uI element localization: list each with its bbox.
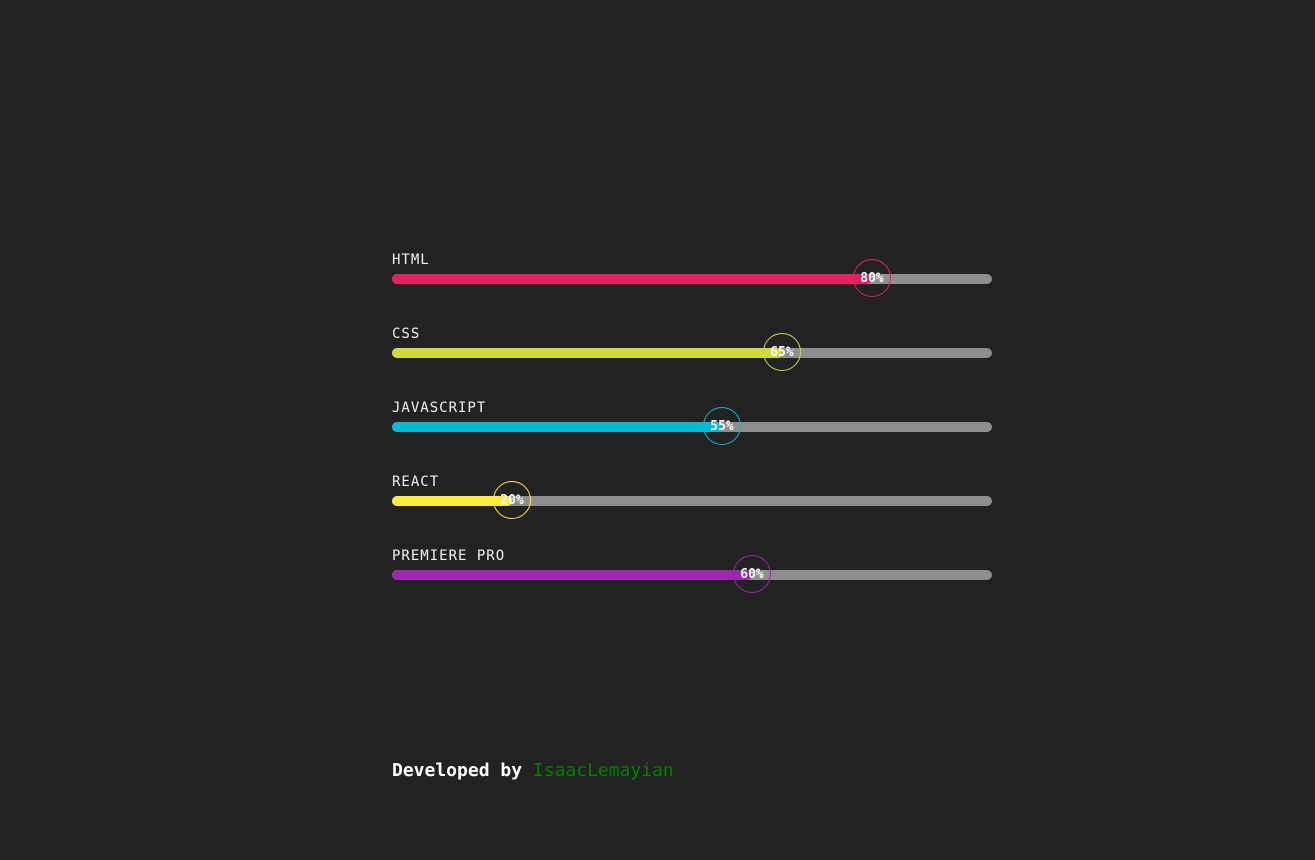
skill-row: HTML 80% [392, 250, 992, 324]
progress-track: 80% [392, 259, 992, 297]
skill-label: PREMIERE PRO [392, 548, 506, 564]
progress-fill [392, 570, 752, 580]
percent-indicator: 80% [853, 259, 891, 297]
percent-label: 20% [500, 492, 524, 508]
author-link[interactable]: IsaacLemayian [533, 760, 674, 781]
progress-fill [392, 274, 872, 284]
skill-label: HTML [392, 252, 430, 268]
progress-track: 55% [392, 407, 992, 445]
skill-label: REACT [392, 474, 440, 490]
percent-label: 60% [740, 566, 764, 582]
progress-track: 20% [392, 481, 992, 519]
progress-fill [392, 348, 782, 358]
skill-row: JAVASCRIPT 55% [392, 398, 992, 472]
footer-prefix: Developed by [392, 760, 523, 781]
skill-label: JAVASCRIPT [392, 400, 487, 416]
skill-row: CSS 65% [392, 324, 992, 398]
percent-label: 80% [860, 270, 884, 286]
skill-row: REACT 20% [392, 472, 992, 546]
percent-indicator: 55% [703, 407, 741, 445]
progress-track: 65% [392, 333, 992, 371]
progress-fill [392, 422, 722, 432]
footer-credit: Developed by IsaacLemayian [392, 760, 674, 781]
skill-label: CSS [392, 326, 421, 342]
percent-indicator: 20% [493, 481, 531, 519]
skills-list: HTML 80% CSS 65% JAVASCRIPT 55% REACT 20% PREMIE… [392, 250, 992, 620]
skill-row: PREMIERE PRO 60% [392, 546, 992, 620]
percent-indicator: 65% [763, 333, 801, 371]
percent-indicator: 60% [733, 555, 771, 593]
progress-track: 60% [392, 555, 992, 593]
percent-label: 65% [770, 344, 794, 360]
percent-label: 55% [710, 418, 734, 434]
